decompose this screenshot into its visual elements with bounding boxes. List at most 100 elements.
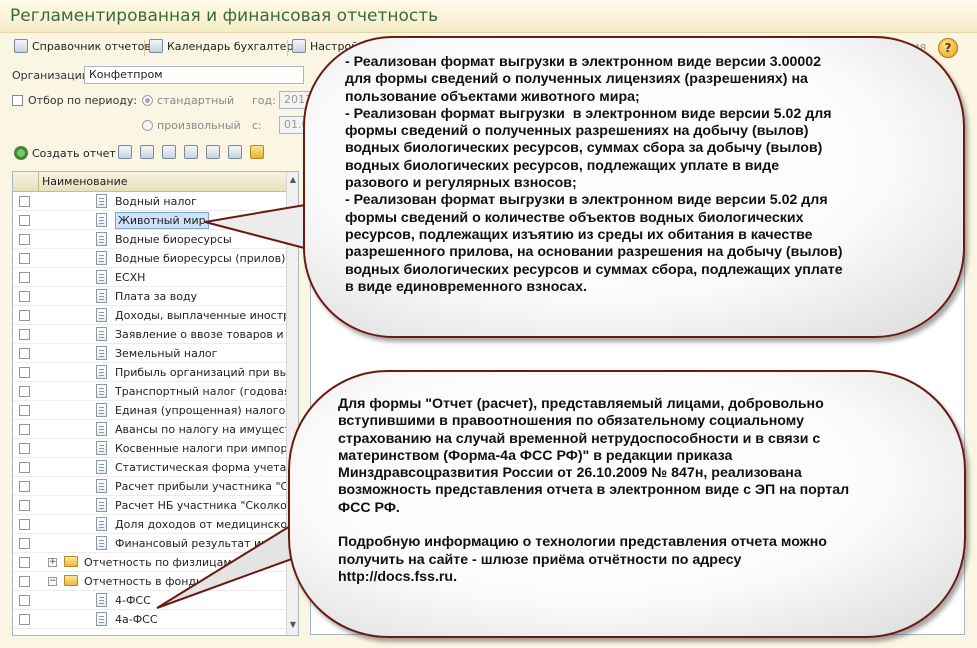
- folder-view-icon[interactable]: [250, 145, 264, 159]
- document-icon: [96, 403, 107, 417]
- folder-icon: [64, 575, 78, 586]
- table-row[interactable]: Расчет прибыли участника "Скол...: [13, 477, 298, 496]
- row-checkbox[interactable]: [19, 462, 30, 473]
- table-row[interactable]: Единая (упрощенная) налоговая ...: [13, 401, 298, 420]
- table-row[interactable]: 4а-ФСС: [13, 610, 286, 629]
- print-icon[interactable]: [118, 145, 132, 159]
- tree-folder-row[interactable]: − Отчетность в фонды: [13, 572, 286, 591]
- standard-period-radio[interactable]: [142, 95, 153, 106]
- table-row[interactable]: Водные биоресурсы (прилов): [13, 249, 286, 268]
- row-label: Авансы по налогу на имущество: [115, 423, 299, 436]
- table-row[interactable]: Расчет НБ участника "Сколково": [13, 496, 298, 515]
- organization-field[interactable]: Конфетпром: [84, 66, 304, 84]
- row-label: 4-ФСС: [115, 594, 151, 607]
- table-row[interactable]: Заявление о ввозе товаров и упл...: [13, 325, 298, 344]
- row-label: Расчет НБ участника "Сколково": [115, 499, 299, 512]
- toolbar-separator: [287, 40, 288, 56]
- table-row[interactable]: 4-ФСС: [13, 591, 286, 610]
- table-row[interactable]: Доля доходов от медицинской и ...: [13, 515, 298, 534]
- collapse-icon[interactable]: −: [48, 577, 57, 586]
- table-row[interactable]: Плата за воду: [13, 287, 286, 306]
- table-row[interactable]: Финансовый результат инвест...: [13, 534, 298, 553]
- row-checkbox[interactable]: [19, 519, 30, 530]
- row-label: Плата за воду: [115, 290, 198, 303]
- table-row[interactable]: Авансы по налогу на имущество: [13, 420, 298, 439]
- row-label: Косвенные налоги при импорте т...: [115, 442, 299, 455]
- row-label: Водные биоресурсы: [115, 233, 232, 246]
- reports-directory-button[interactable]: Справочник отчетов: [14, 39, 151, 53]
- row-checkbox[interactable]: [19, 215, 30, 226]
- refresh-icon[interactable]: [228, 145, 242, 159]
- row-label: ЕСХН: [115, 271, 146, 284]
- top-callout-text: - Реализован формат выгрузки в электронн…: [345, 54, 843, 295]
- move-down-icon[interactable]: [206, 145, 220, 159]
- table-row[interactable]: Водный налог: [13, 192, 286, 211]
- row-checkbox[interactable]: [19, 253, 30, 264]
- row-label: Доля доходов от медицинской и ...: [115, 518, 299, 531]
- organization-label: Организации:: [12, 69, 93, 82]
- table-row[interactable]: ЕСХН: [13, 268, 286, 287]
- period-filter-checkbox[interactable]: [12, 95, 23, 106]
- bottom-callout: Для формы "Отчет (расчет), представляемы…: [288, 370, 966, 638]
- row-label: Животный мир: [115, 212, 209, 229]
- copy-icon[interactable]: [140, 145, 154, 159]
- help-icon[interactable]: ?: [938, 38, 958, 58]
- row-checkbox[interactable]: [19, 576, 30, 587]
- scroll-down-icon[interactable]: ▼: [288, 620, 298, 632]
- document-icon: [96, 327, 107, 341]
- tools-icon: [292, 39, 306, 53]
- custom-period-radio[interactable]: [142, 120, 153, 131]
- standard-period-label: стандартный: [157, 94, 235, 107]
- row-checkbox[interactable]: [19, 310, 30, 321]
- tree-folder-row[interactable]: + Отчетность по физлицам: [13, 553, 286, 572]
- period-filter-label: Отбор по периоду:: [28, 94, 138, 107]
- year-label: год:: [252, 94, 276, 107]
- row-checkbox[interactable]: [19, 348, 30, 359]
- check-icon[interactable]: [162, 145, 176, 159]
- book-icon: [14, 39, 28, 53]
- row-label: Расчет прибыли участника "Скол...: [115, 480, 299, 493]
- document-icon: [96, 441, 107, 455]
- row-checkbox[interactable]: [19, 424, 30, 435]
- document-icon: [96, 593, 107, 607]
- window-title: Регламентированная и финансовая отчетнос…: [10, 6, 439, 26]
- row-checkbox[interactable]: [19, 538, 30, 549]
- table-row[interactable]: Статистическая форма учета пер...: [13, 458, 298, 477]
- row-checkbox[interactable]: [19, 386, 30, 397]
- row-checkbox[interactable]: [19, 272, 30, 283]
- name-column-header[interactable]: Наименование: [42, 175, 127, 188]
- row-checkbox[interactable]: [19, 595, 30, 606]
- row-label: Финансовый результат инвест...: [115, 537, 299, 550]
- calendar-icon: [149, 39, 163, 53]
- table-row[interactable]: Водные биоресурсы: [13, 230, 286, 249]
- table-row[interactable]: Земельный налог: [13, 344, 286, 363]
- row-checkbox[interactable]: [19, 443, 30, 454]
- row-checkbox[interactable]: [19, 500, 30, 511]
- report-command-icons: [118, 145, 264, 159]
- row-checkbox[interactable]: [19, 234, 30, 245]
- table-row[interactable]: Прибыль организаций при выпол...: [13, 363, 298, 382]
- move-up-icon[interactable]: [184, 145, 198, 159]
- row-checkbox[interactable]: [19, 291, 30, 302]
- document-icon: [96, 270, 107, 284]
- toolbar-separator: [144, 40, 145, 56]
- create-report-button[interactable]: Создать отчет: [14, 146, 116, 160]
- row-checkbox[interactable]: [19, 481, 30, 492]
- table-row[interactable]: Доходы, выплаченные иностран...: [13, 306, 298, 325]
- row-checkbox[interactable]: [19, 405, 30, 416]
- row-checkbox[interactable]: [19, 557, 30, 568]
- expand-icon[interactable]: +: [48, 558, 57, 567]
- row-checkbox[interactable]: [19, 196, 30, 207]
- folder-icon: [64, 556, 78, 567]
- scroll-up-icon[interactable]: ▲: [288, 175, 298, 187]
- table-row[interactable]: Косвенные налоги при импорте т...: [13, 439, 298, 458]
- row-checkbox[interactable]: [19, 329, 30, 340]
- document-icon: [96, 346, 107, 360]
- table-row[interactable]: Животный мир: [13, 211, 286, 230]
- row-checkbox[interactable]: [19, 367, 30, 378]
- row-label: Водные биоресурсы (прилов): [115, 252, 286, 265]
- row-checkbox[interactable]: [19, 614, 30, 625]
- accountant-calendar-button[interactable]: Календарь бухгалтера: [149, 39, 300, 53]
- row-label: Отчетность по физлицам: [84, 556, 232, 569]
- table-row[interactable]: Транспортный налог (годовая де...: [13, 382, 298, 401]
